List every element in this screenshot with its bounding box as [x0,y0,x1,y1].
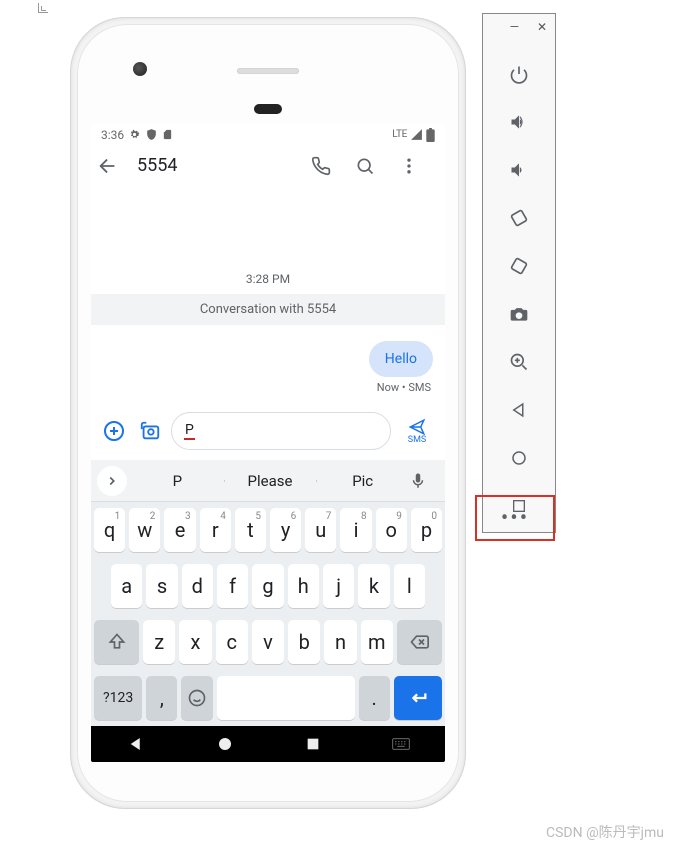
key-t[interactable]: t5 [235,508,266,552]
key-m[interactable]: m [361,620,393,664]
suggestion-3[interactable]: Pic [316,472,409,490]
key-l[interactable]: l [394,564,425,608]
back-nav-button[interactable] [507,398,531,422]
conversation-banner: Conversation with 5554 [91,294,445,325]
key-e[interactable]: e3 [164,508,195,552]
key-w[interactable]: w2 [129,508,160,552]
gear-icon [128,128,141,141]
app-bar: 5554 [91,145,445,186]
nav-home[interactable] [216,735,234,753]
key-d[interactable]: d [182,564,213,608]
add-button[interactable] [99,416,129,446]
key-i[interactable]: i8 [340,508,371,552]
shield-icon [145,128,158,141]
battery-icon [426,128,435,142]
volume-up-button[interactable] [507,110,531,134]
rotate-right-button[interactable] [507,254,531,278]
key-j[interactable]: j [323,564,354,608]
key-z[interactable]: z [143,620,175,664]
timestamp: 3:28 PM [91,186,445,294]
nav-back[interactable] [127,735,145,753]
navigation-bar [91,726,445,762]
key-o[interactable]: o9 [376,508,407,552]
backspace-key[interactable] [397,620,442,664]
key-r[interactable]: r4 [200,508,231,552]
key-a[interactable]: a [111,564,142,608]
key-x[interactable]: x [179,620,211,664]
search-button[interactable] [355,156,395,176]
power-button[interactable] [507,62,531,86]
mic-button[interactable] [409,472,439,490]
clock: 3:36 [101,128,124,142]
suggestion-1[interactable]: P [131,472,224,490]
key-b[interactable]: b [288,620,320,664]
key-p[interactable]: p0 [411,508,442,552]
camera-dot [133,62,147,76]
conversation-body: 3:28 PM Conversation with 5554 Hello Now… [91,186,445,404]
screenshot-button[interactable] [507,302,531,326]
enter-key[interactable] [394,676,442,720]
back-button[interactable] [97,155,137,177]
symbols-key[interactable]: ?123 [94,676,142,720]
emoji-key[interactable] [181,676,212,720]
space-key[interactable] [217,676,355,720]
suggestion-2[interactable]: Please [224,472,317,490]
period-key[interactable]: . [359,676,390,720]
shift-key[interactable] [94,620,139,664]
network-label: LTE [392,129,407,140]
watermark: CSDN @陈丹宇jmu [546,822,664,842]
speaker-grille [237,68,299,74]
comma-key[interactable]: , [146,676,177,720]
send-button[interactable]: SMS [397,418,437,445]
key-q[interactable]: q1 [94,508,125,552]
conversation-title: 5554 [137,155,177,176]
key-k[interactable]: k [358,564,389,608]
expand-suggestions[interactable] [97,466,127,496]
volume-down-button[interactable] [507,158,531,182]
message-bubble[interactable]: Hello [369,341,433,377]
overflow-menu[interactable] [399,156,439,176]
keyboard: P Please Pic q1w2e3r4t5y6u7i8o9p0 asdfgh… [91,460,445,726]
rotate-left-button[interactable] [507,206,531,230]
camera-button[interactable] [135,416,165,446]
message-input[interactable]: P [171,412,391,450]
key-h[interactable]: h [288,564,319,608]
key-y[interactable]: y6 [270,508,301,552]
minimize-button[interactable]: — [510,20,519,34]
home-nav-button[interactable] [507,446,531,470]
key-s[interactable]: s [146,564,177,608]
key-g[interactable]: g [252,564,283,608]
key-c[interactable]: c [216,620,248,664]
key-u[interactable]: u7 [305,508,336,552]
close-button[interactable]: ✕ [537,20,547,34]
nav-recent[interactable] [305,736,321,752]
sd-icon [162,128,173,141]
key-n[interactable]: n [324,620,356,664]
phone-frame: 3:36 LTE 5554 [71,18,465,808]
sensor-pill [254,104,282,114]
signal-icon [410,128,423,141]
status-bar: 3:36 LTE [91,124,445,145]
suggestion-row: P Please Pic [91,460,445,502]
compose-bar: P SMS [91,404,445,460]
key-v[interactable]: v [252,620,284,664]
call-button[interactable] [311,156,351,176]
message-meta: Now • SMS [91,377,445,404]
key-f[interactable]: f [217,564,248,608]
zoom-button[interactable] [507,350,531,374]
emulator-toolbar: — ✕ [482,13,556,533]
nav-ime[interactable] [392,737,410,751]
extended-controls-button[interactable]: ••• [475,495,555,541]
